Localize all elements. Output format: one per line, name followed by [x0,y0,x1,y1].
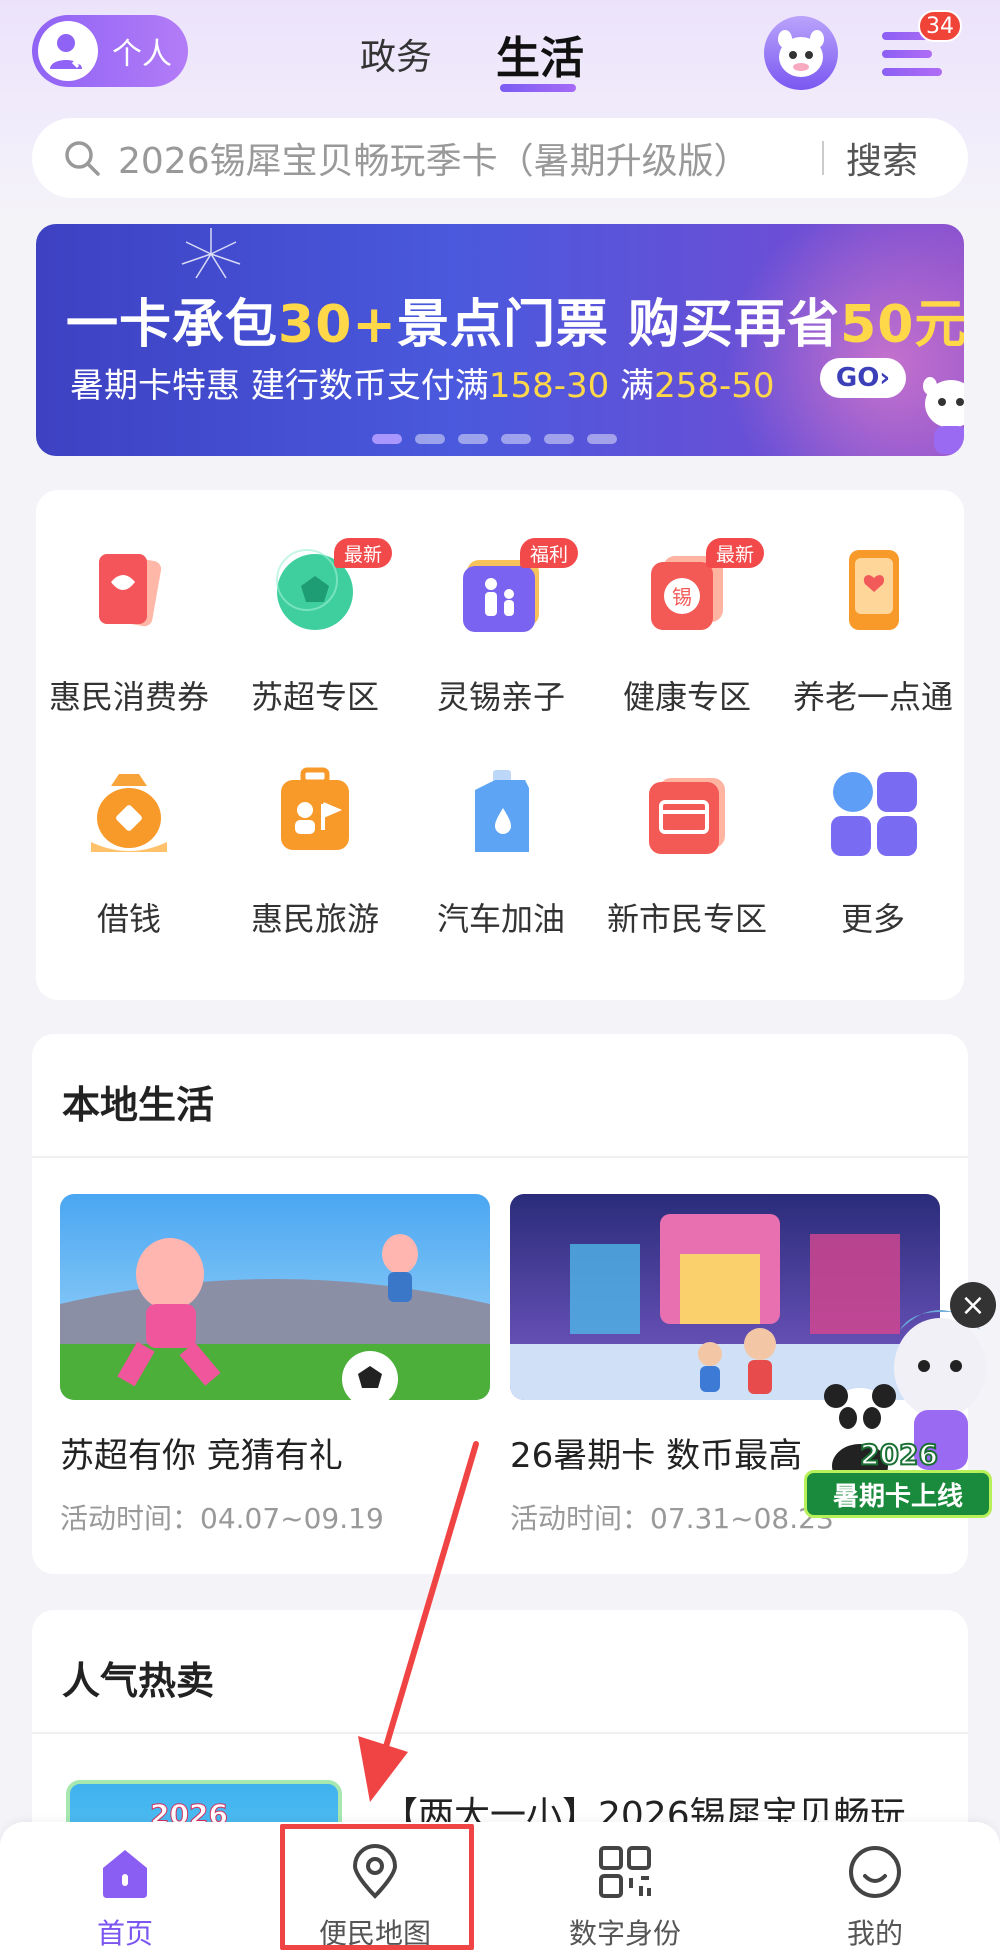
fuel-can-icon [475,770,529,852]
section-title: 人气热卖 [62,1659,215,1703]
service-elderly-care[interactable]: 养老一点通 [780,542,966,742]
bottom-navigation: 首页 便民地图 数字身份 我的 [0,1822,1000,1954]
new-badge: 最新 [334,538,393,568]
personal-switch-button[interactable]: 个人 [32,15,188,87]
search-icon [65,141,100,176]
nav-digital-identity[interactable]: 数字身份 [500,1822,750,1954]
fireworks-icon [181,228,241,279]
service-parent-child[interactable]: 福利 灵锡亲子 [408,538,594,742]
assistant-mascot-icon[interactable] [764,16,838,90]
soccer-promo-image [60,1194,490,1400]
coupon-icon [99,554,162,627]
services-grid: 惠民消费券 最新 苏超专区 福利 灵锡亲子 锡 最新 健康专区 养老一点通 借钱… [36,490,964,1000]
smile-face-icon [849,1846,901,1898]
carousel-dot[interactable] [458,434,488,444]
divider [32,1732,968,1734]
new-badge: 最新 [706,538,765,568]
promo-tag[interactable]: 暑期卡上线 [804,1470,992,1518]
more-grid-icon [831,772,917,856]
banner-go-button[interactable]: GO› [820,358,906,398]
divider [32,1156,968,1158]
banner-subtitle: 暑期卡特惠 建行数币支付满158-30 满258-50 [70,366,775,406]
nav-home[interactable]: 首页 [0,1822,250,1954]
carousel-indicator [372,434,630,444]
money-bag-icon [91,774,167,852]
service-consumer-coupon[interactable]: 惠民消费券 [36,542,222,742]
carousel-dot[interactable] [587,434,617,444]
local-life-item[interactable]: 苏超有你 竞猜有礼 活动时间：04.07~09.19 [60,1194,490,1537]
carousel-dot[interactable] [501,434,531,444]
annotation-highlight-box [280,1824,474,1950]
service-car-refuel[interactable]: 汽车加油 [408,764,594,964]
nav-mine[interactable]: 我的 [750,1822,1000,1954]
home-icon [103,1850,147,1898]
user-switch-icon [38,21,98,81]
elderly-care-icon [849,550,899,630]
search-bar[interactable]: 2026锡犀宝贝畅玩季卡（暑期升级版） 搜索 [32,118,968,198]
close-icon[interactable]: × [950,1282,996,1328]
search-divider [822,141,824,175]
active-tab-indicator [500,84,576,92]
travel-luggage-icon [281,767,349,850]
card-icon [649,778,725,854]
svg-text:锡: 锡 [672,585,692,609]
service-travel[interactable]: 惠民旅游 [222,764,408,964]
tab-government[interactable]: 政务 [360,28,432,80]
service-health[interactable]: 锡 最新 健康专区 [594,538,780,742]
service-new-citizen[interactable]: 新市民专区 [594,764,780,964]
carousel-dot[interactable] [372,434,402,444]
carousel-dot[interactable] [415,434,445,444]
banner-title: 一卡承包30+景点门票 购买再省50元 [66,295,964,355]
tab-life[interactable]: 生活 [496,22,584,86]
service-more[interactable]: 更多 [780,764,966,964]
section-title: 本地生活 [62,1083,215,1127]
promo-year-label: 2026 [859,1437,939,1472]
rhino-mascot-icon [923,377,964,454]
search-input[interactable]: 2026锡犀宝贝畅玩季卡（暑期升级版） [118,132,818,184]
search-button[interactable]: 搜索 [846,132,918,184]
service-su-super-league[interactable]: 最新 苏超专区 [222,538,408,742]
promo-banner[interactable]: 一卡承包30+景点门票 购买再省50元 暑期卡特惠 建行数币支付满158-30 … [36,224,964,456]
service-borrow-money[interactable]: 借钱 [36,764,222,964]
personal-label: 个人 [112,37,172,72]
message-count-badge: 34 [918,10,962,42]
qr-code-icon [599,1846,651,1898]
carousel-dot[interactable] [544,434,574,444]
welfare-badge: 福利 [520,538,579,568]
